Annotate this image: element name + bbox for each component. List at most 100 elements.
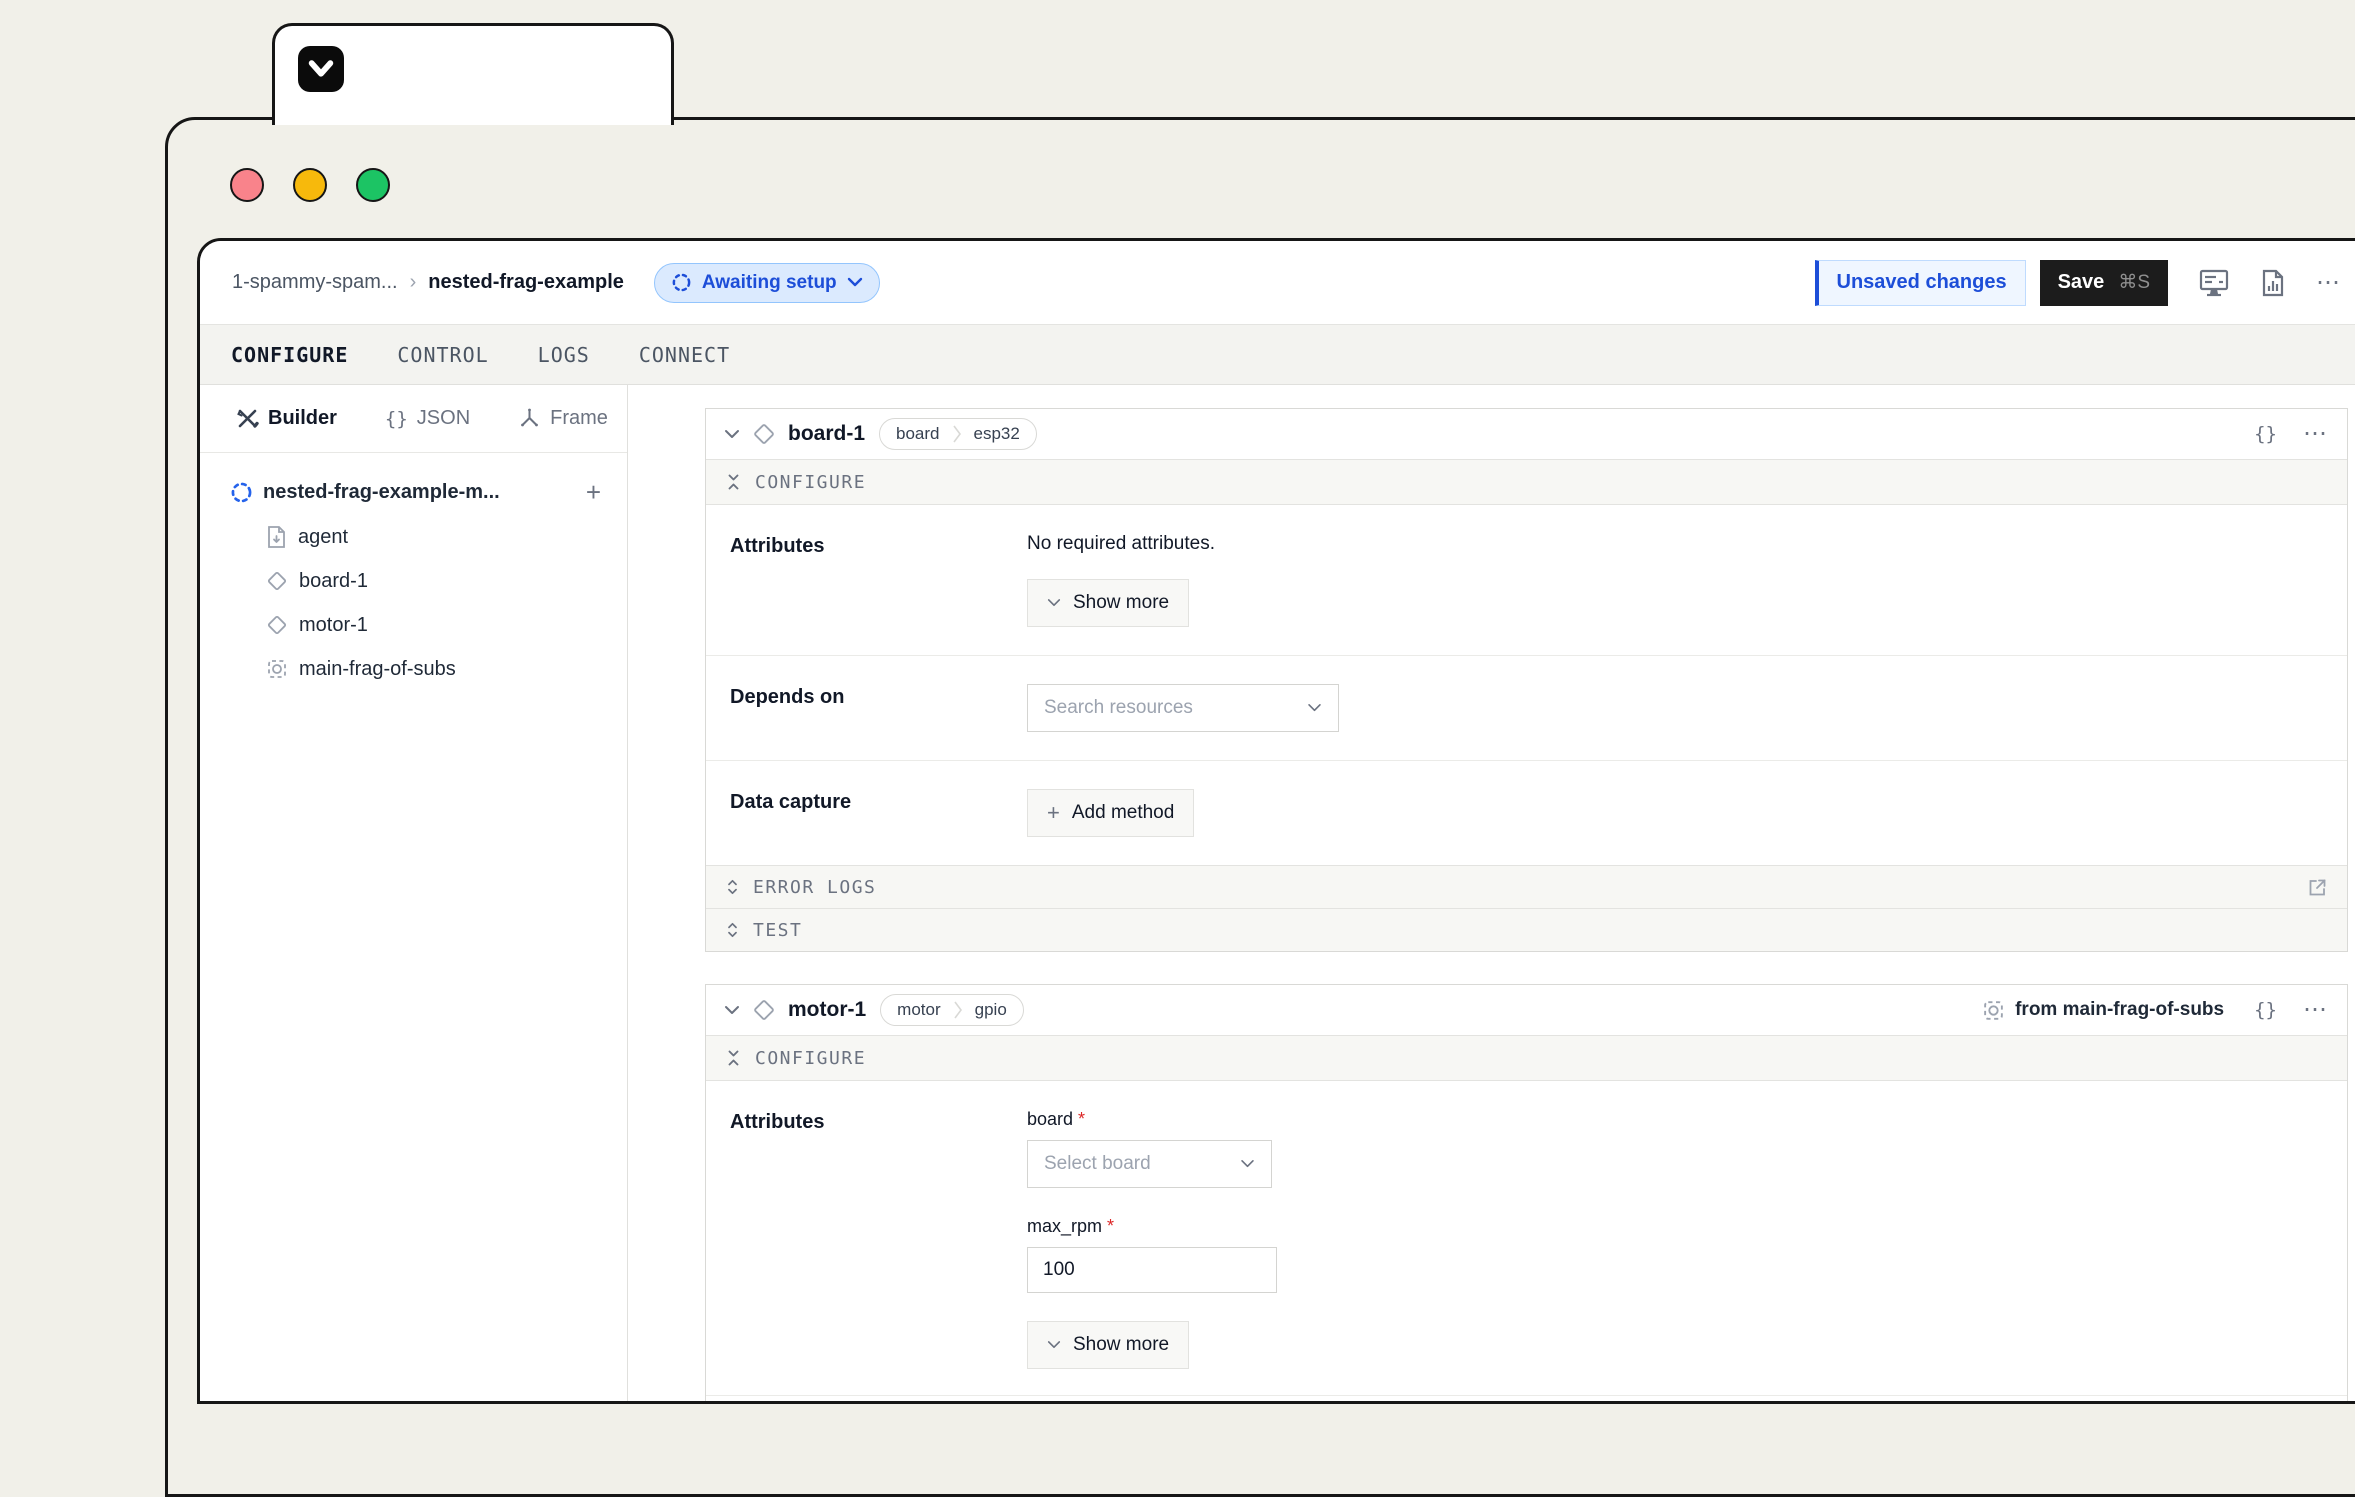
view-json[interactable]: {} JSON (385, 407, 470, 430)
required-marker: * (1107, 1216, 1114, 1236)
add-method-button[interactable]: + Add method (1027, 789, 1194, 837)
card-header: board-1 board esp32 {} ⋯ (706, 409, 2347, 459)
chevron-down-icon (1307, 703, 1322, 713)
collapse-vertical-icon (725, 473, 742, 491)
machine-nav-tabs: CONFIGURE CONTROL LOGS CONNECT (200, 325, 2355, 385)
show-more-button[interactable]: Show more (1027, 579, 1189, 627)
tab-connect[interactable]: CONNECT (639, 343, 730, 367)
diamond-icon (752, 422, 776, 446)
history-report-button[interactable] (2260, 268, 2286, 298)
view-frame[interactable]: Frame (518, 407, 608, 430)
resource-model: gpio (963, 1000, 1019, 1020)
field-label: max_rpm (1027, 1216, 1102, 1236)
close-window-button[interactable] (230, 168, 264, 202)
edit-json-button[interactable]: {} (2254, 999, 2277, 1021)
configure-content: Builder {} JSON (200, 385, 2355, 1401)
fragment-icon (266, 658, 288, 680)
diamond-icon (266, 570, 288, 592)
unsaved-changes-button[interactable]: Unsaved changes (1815, 260, 2026, 306)
minimize-window-button[interactable] (293, 168, 327, 202)
fragment-icon (1982, 999, 2005, 1022)
tree-item-label: agent (298, 526, 348, 549)
tree-item-label: board-1 (299, 570, 368, 593)
resource-card-board-1: board-1 board esp32 {} ⋯ (705, 408, 2348, 952)
expand-vertical-icon (725, 878, 740, 896)
resource-type-pill: board esp32 (879, 418, 1037, 450)
attributes-empty-text: No required attributes. (1027, 533, 2323, 555)
error-logs-section-bar[interactable]: ERROR LOGS (706, 865, 2347, 908)
section-label: CONFIGURE (755, 472, 866, 493)
attributes-label: Attributes (730, 1109, 1027, 1369)
board-select[interactable]: Select board (1027, 1140, 1272, 1188)
tree-item-agent[interactable]: agent (266, 515, 601, 559)
add-method-label: Add method (1072, 802, 1174, 824)
tree-machine-part[interactable]: nested-frag-example-m... + (230, 479, 601, 505)
resource-type: motor (885, 1000, 952, 1020)
chevron-down-icon (1047, 598, 1061, 608)
breadcrumb-location[interactable]: 1-spammy-spam... (232, 271, 398, 294)
data-capture-row: Data capture + Add method (706, 760, 2347, 865)
resource-model: esp32 (962, 424, 1032, 444)
file-icon (266, 525, 287, 549)
open-in-new-icon[interactable] (2307, 877, 2328, 898)
depends-on-row: Depends on Search resources (706, 655, 2347, 760)
board-select-placeholder: Select board (1044, 1153, 1151, 1175)
tools-icon (236, 407, 259, 430)
configure-section-bar[interactable]: CONFIGURE (706, 459, 2347, 504)
status-badge-label: Awaiting setup (702, 272, 837, 294)
card-header-actions: {} ⋯ (2254, 422, 2329, 446)
maximize-window-button[interactable] (356, 168, 390, 202)
save-button[interactable]: Save ⌘S (2040, 260, 2168, 306)
resource-type-pill: motor gpio (880, 994, 1024, 1026)
attributes-row: Attributes board* Select board (706, 1081, 2347, 1395)
view-json-label: JSON (417, 407, 470, 430)
viam-logo-icon (298, 46, 344, 92)
more-options-button[interactable]: ⋯ (2316, 271, 2342, 295)
ellipsis-icon: ⋯ (2303, 420, 2329, 447)
fragment-source: from main-frag-of-subs (1982, 999, 2224, 1022)
chevron-down-icon (847, 277, 863, 288)
section-label: ERROR LOGS (753, 877, 876, 898)
resource-card-motor-1: motor-1 motor gpio (705, 984, 2348, 1401)
tree-item-main-frag-of-subs[interactable]: main-frag-of-subs (266, 647, 601, 691)
card-body: Attributes No required attributes. Show … (706, 504, 2347, 865)
required-marker: * (1078, 1109, 1085, 1129)
tree-item-board-1[interactable]: board-1 (266, 559, 601, 603)
depends-on-select[interactable]: Search resources (1027, 684, 1339, 732)
show-more-button[interactable]: Show more (1027, 1321, 1189, 1369)
tree-item-label: main-frag-of-subs (299, 658, 456, 681)
resource-tree: nested-frag-example-m... + agent (200, 453, 627, 691)
tree-item-motor-1[interactable]: motor-1 (266, 603, 601, 647)
tree-children: agent board-1 motor-1 (266, 515, 601, 691)
tab-configure[interactable]: CONFIGURE (231, 343, 348, 367)
card-more-button[interactable]: ⋯ (2303, 998, 2329, 1022)
tab-logs[interactable]: LOGS (538, 343, 590, 367)
machine-spinner-icon (230, 481, 253, 504)
add-resource-button[interactable]: + (586, 479, 601, 505)
ellipsis-icon: ⋯ (2316, 269, 2342, 296)
collapse-card-button[interactable] (724, 429, 740, 440)
card-header-actions: from main-frag-of-subs {} ⋯ (1982, 998, 2329, 1022)
diamond-icon (266, 614, 288, 636)
tab-control[interactable]: CONTROL (397, 343, 488, 367)
collapse-card-button[interactable] (724, 1005, 740, 1016)
app-viewport: 1-spammy-spam... › nested-frag-example A… (197, 238, 2355, 1404)
view-builder[interactable]: Builder (236, 407, 337, 430)
machine-status-badge[interactable]: Awaiting setup (654, 263, 880, 303)
field-board: board* Select board (1027, 1109, 2323, 1188)
tree-item-label: motor-1 (299, 614, 368, 637)
braces-icon: {} (2254, 999, 2277, 1021)
plus-icon: + (1047, 802, 1060, 824)
edit-json-button[interactable]: {} (2254, 423, 2277, 445)
max-rpm-input[interactable] (1027, 1247, 1277, 1293)
machine-monitor-button[interactable] (2198, 268, 2230, 298)
browser-tab[interactable] (272, 23, 674, 125)
save-shortcut-hint: ⌘S (2118, 271, 2150, 294)
configure-section-bar[interactable]: CONFIGURE (706, 1035, 2347, 1080)
resources-sidebar: Builder {} JSON (200, 385, 628, 1401)
card-more-button[interactable]: ⋯ (2303, 422, 2329, 446)
resource-name: board-1 (788, 422, 865, 446)
card-body: Attributes board* Select board (706, 1080, 2347, 1401)
diamond-icon (752, 998, 776, 1022)
test-section-bar[interactable]: TEST (706, 908, 2347, 951)
